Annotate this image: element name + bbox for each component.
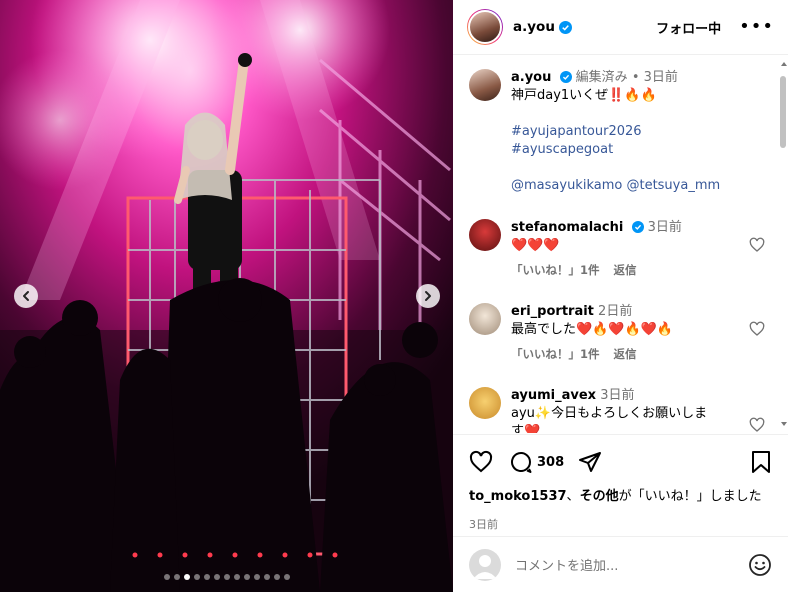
- comment-username[interactable]: ayumi_avex: [511, 388, 596, 403]
- chevron-right-icon: [425, 291, 431, 301]
- comment-time[interactable]: 3日前: [648, 220, 682, 235]
- chevron-left-icon: [23, 291, 29, 301]
- comment-time[interactable]: 3日前: [600, 388, 634, 403]
- caption-avatar[interactable]: [469, 69, 501, 101]
- carousel-dot: [163, 574, 170, 580]
- carousel-dot: [223, 574, 230, 580]
- edited-label: 編集済み: [575, 70, 628, 85]
- carousel-dot: [203, 574, 210, 580]
- comment-time[interactable]: 2日前: [598, 304, 632, 319]
- hashtag-link[interactable]: #ayujapantour2026: [511, 123, 720, 141]
- reply-button[interactable]: 返信: [614, 263, 637, 277]
- liked-by-separator: 、: [566, 489, 580, 504]
- caption-time[interactable]: 3日前: [644, 70, 678, 85]
- liked-by-others[interactable]: その他: [580, 489, 619, 504]
- hashtag-link[interactable]: #ayuscapegoat: [511, 141, 720, 159]
- emoji-icon[interactable]: [748, 553, 772, 577]
- carousel-dot: [273, 574, 280, 580]
- concert-stage-image: [0, 0, 453, 592]
- previous-image-button[interactable]: [14, 284, 38, 308]
- carousel-indicator: [0, 574, 453, 580]
- carousel-dot: [183, 574, 190, 580]
- scroll-up-icon[interactable]: [780, 60, 788, 68]
- comment-bubble-icon[interactable]: [509, 450, 533, 474]
- comment-item: ayumi_avex 3日前 ayu✨今日もよろしくお願いしま す❤️: [469, 387, 769, 433]
- carousel-dot: [253, 574, 260, 580]
- liked-by-text: to_moko1537、その他が「いいね！」しました: [469, 485, 772, 504]
- post-photo[interactable]: [0, 0, 453, 592]
- separator: •: [631, 70, 640, 85]
- carousel-dot: [173, 574, 180, 580]
- comment-input[interactable]: コメントを追加...: [515, 555, 748, 574]
- verified-badge-icon: [558, 20, 572, 34]
- carousel-dot: [233, 574, 240, 580]
- comment-text: 最高でした❤️🔥❤️🔥❤️🔥: [511, 322, 674, 337]
- comment-count[interactable]: 308: [537, 455, 564, 470]
- caption-text: 神戸day1いくぜ‼️🔥🔥: [511, 88, 657, 103]
- comment-text: ❤️❤️❤️: [511, 238, 560, 253]
- carousel-dot: [243, 574, 250, 580]
- heart-outline-icon[interactable]: [749, 417, 765, 433]
- like-heart-icon[interactable]: [469, 450, 493, 474]
- post-side-panel: a.you フォロー中 ••• a.you 編集済み • 3日前 神戸day1い…: [453, 0, 788, 592]
- scrollbar-thumb[interactable]: [780, 76, 786, 148]
- bookmark-icon[interactable]: [750, 450, 772, 474]
- following-button[interactable]: フォロー中: [656, 18, 721, 37]
- comment-username[interactable]: eri_portrait: [511, 304, 594, 319]
- share-icon[interactable]: [578, 450, 602, 474]
- comment-text: ayu✨今日もよろしくお願いしま: [511, 406, 708, 421]
- heart-outline-icon[interactable]: [749, 237, 765, 253]
- commenter-avatar[interactable]: [469, 303, 501, 335]
- carousel-dot: [193, 574, 200, 580]
- more-options-icon[interactable]: •••: [739, 18, 774, 36]
- comment-likes[interactable]: 「いいね！」1件: [511, 263, 600, 277]
- comment-composer: コメントを追加...: [453, 536, 788, 592]
- author-username[interactable]: a.you: [513, 19, 555, 35]
- post-time[interactable]: 3日前: [469, 516, 772, 532]
- author-avatar[interactable]: [467, 9, 503, 45]
- comment-username[interactable]: stefanomalachi: [511, 220, 623, 235]
- post-caption: a.you 編集済み • 3日前 神戸day1いくぜ‼️🔥🔥 #ayujapan…: [469, 69, 769, 195]
- post-header: a.you フォロー中 •••: [453, 0, 788, 55]
- next-image-button[interactable]: [416, 284, 440, 308]
- caption-username[interactable]: a.you: [511, 70, 551, 85]
- commenter-avatar[interactable]: [469, 219, 501, 251]
- mention-link[interactable]: @masayukikamo: [511, 178, 622, 193]
- heart-outline-icon[interactable]: [749, 321, 765, 337]
- reply-button[interactable]: 返信: [614, 347, 637, 361]
- carousel-dot: [213, 574, 220, 580]
- liked-by-suffix: が「いいね！」しました: [618, 489, 762, 504]
- scroll-down-icon[interactable]: [780, 420, 788, 428]
- commenter-avatar[interactable]: [469, 387, 501, 419]
- comment-item: stefanomalachi 3日前 ❤️❤️❤️ 「いいね！」1件 返信: [469, 219, 769, 279]
- comment-likes[interactable]: 「いいね！」1件: [511, 347, 600, 361]
- comment-item: eri_portrait 2日前 最高でした❤️🔥❤️🔥❤️🔥 「いいね！」1件…: [469, 303, 769, 363]
- comment-text-continued: す❤️: [511, 424, 541, 433]
- liked-by-user[interactable]: to_moko1537: [469, 489, 567, 504]
- default-avatar-icon: [473, 554, 497, 579]
- post-actions: 308 to_moko1537、その他が「いいね！」しました 3日前: [453, 434, 788, 532]
- mention-link[interactable]: @tetsuya_mm: [626, 178, 720, 193]
- current-user-avatar: [469, 548, 501, 581]
- carousel-dot: [283, 574, 290, 580]
- carousel-dot: [263, 574, 270, 580]
- comments-scroll-area[interactable]: a.you 編集済み • 3日前 神戸day1いくぜ‼️🔥🔥 #ayujapan…: [453, 55, 788, 433]
- verified-badge-icon: [559, 71, 572, 83]
- verified-badge-icon: [631, 221, 644, 233]
